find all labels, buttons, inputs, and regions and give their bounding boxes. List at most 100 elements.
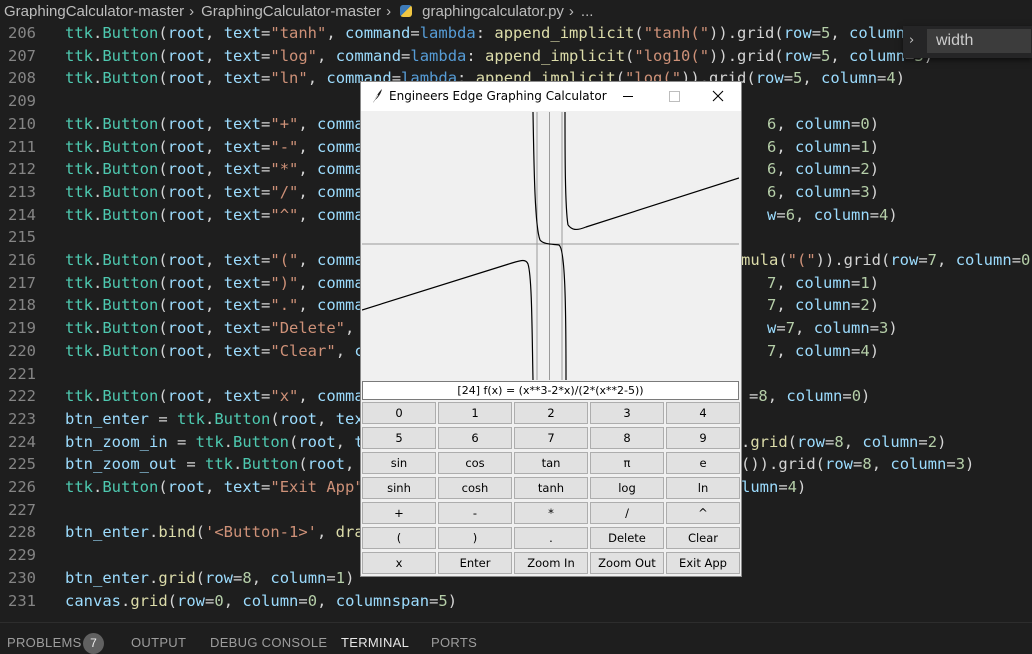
- breadcrumb-item-symbol[interactable]: ...: [577, 3, 596, 20]
- window-titlebar[interactable]: Engineers Edge Graphing Calculator: [361, 82, 741, 111]
- breadcrumb-item-folder[interactable]: GraphingCalculator-master: [197, 3, 383, 20]
- code-text: ttk.Button(root, text="/", comma: [65, 182, 364, 201]
- graph-canvas[interactable]: [362, 112, 739, 380]
- code-text: ttk.Button(root, text=".", comma: [65, 296, 364, 315]
- key-sym-5-1-button[interactable]: ): [438, 527, 512, 549]
- line-number: 212: [8, 160, 36, 179]
- key-1-button[interactable]: 1: [438, 402, 512, 424]
- key-zoom-out-button[interactable]: Zoom Out: [590, 552, 664, 574]
- line-number: 230: [8, 568, 36, 587]
- line-number: 210: [8, 114, 36, 133]
- key-cos-button[interactable]: cos: [438, 452, 512, 474]
- breadcrumb-item-root[interactable]: GraphingCalculator-master: [0, 3, 186, 20]
- code-text: ttk.Button(root, text="*", comma: [65, 160, 364, 179]
- key-sym-5-2-button[interactable]: .: [514, 527, 588, 549]
- curve-right-branch: [567, 177, 739, 231]
- line-number: 222: [8, 387, 36, 406]
- line-number: 207: [8, 46, 36, 65]
- line-number: 214: [8, 205, 36, 224]
- code-text: ttk.Button(root, text="(", comma: [65, 251, 364, 269]
- key-sym-4-4-button[interactable]: ^: [666, 502, 740, 524]
- key-0-button[interactable]: 0: [362, 402, 436, 424]
- tab-ports[interactable]: PORTS: [431, 635, 477, 650]
- line-number: 225: [8, 455, 36, 474]
- key-2-button[interactable]: 2: [514, 402, 588, 424]
- key-log-button[interactable]: log: [590, 477, 664, 499]
- key-sym-4-0-button[interactable]: +: [362, 502, 436, 524]
- code-text-tail: .grid(row=8, column=2): [741, 432, 947, 451]
- code-text-tail: 6, column=2): [767, 160, 880, 179]
- line-number: 219: [8, 319, 36, 338]
- line-number: 223: [8, 409, 36, 428]
- line-number: 224: [8, 432, 36, 451]
- code-text: ttk.Button(root, text="tanh", command=la…: [65, 24, 933, 42]
- key-exit-app-button[interactable]: Exit App: [666, 552, 740, 574]
- key-ln-button[interactable]: ln: [666, 477, 740, 499]
- tab-debug-console[interactable]: DEBUG CONSOLE: [210, 635, 327, 650]
- code-text-tail: =8, column=0): [749, 387, 871, 406]
- line-number: 226: [8, 478, 36, 496]
- key-3-button[interactable]: 3: [590, 402, 664, 424]
- code-text-tail: 6, column=1): [767, 137, 880, 156]
- toggle-replace-icon[interactable]: ›: [909, 33, 914, 48]
- key-e-button[interactable]: e: [666, 452, 740, 474]
- key-zoom-in-button[interactable]: Zoom In: [514, 552, 588, 574]
- code-text: btn_enter.bind('<Button-1>', dra: [65, 523, 364, 542]
- code-line[interactable]: 231 canvas.grid(row=0, column=0, columnsp…: [0, 590, 1032, 613]
- key-4-button[interactable]: 4: [666, 402, 740, 424]
- code-line[interactable]: 207 ttk.Button(root, text="log", command=…: [0, 45, 1032, 68]
- code-text-tail: w=6, column=4): [767, 205, 898, 224]
- key-clear-button[interactable]: Clear: [666, 527, 740, 549]
- code-text-tail: 6, column=0): [767, 114, 880, 133]
- code-text: btn_zoom_out = ttk.Button(root,: [65, 455, 355, 474]
- line-number: 216: [8, 251, 36, 269]
- tab-terminal[interactable]: TERMINAL: [341, 635, 409, 650]
- tab-problems[interactable]: PROBLEMS: [7, 635, 82, 650]
- line-number: 208: [8, 69, 36, 88]
- key-7-button[interactable]: 7: [514, 427, 588, 449]
- key-sym-4-1-button[interactable]: -: [438, 502, 512, 524]
- key-sym-5-0-button[interactable]: (: [362, 527, 436, 549]
- code-text: ttk.Button(root, text="x", comma: [65, 387, 364, 406]
- code-text: ttk.Button(root, text="^", comma: [65, 205, 364, 224]
- code-text: btn_enter = ttk.Button(root, tex: [65, 409, 364, 428]
- line-number: 213: [8, 182, 36, 201]
- close-icon[interactable]: [695, 82, 741, 111]
- line-number: 217: [8, 273, 36, 292]
- key-sym-4-2-button[interactable]: *: [514, 502, 588, 524]
- code-text-tail: ()).grid(row=8, column=3): [741, 455, 975, 474]
- code-text-tail: mula("(")).grid(row=7, column=0): [741, 251, 1032, 269]
- key-enter-button[interactable]: Enter: [438, 552, 512, 574]
- code-line[interactable]: 206 ttk.Button(root, text="tanh", command…: [0, 22, 1032, 45]
- code-text: btn_enter.grid(row=8, column=1): [65, 568, 355, 587]
- key-cosh-button[interactable]: cosh: [438, 477, 512, 499]
- formula-display: [24] f(x) = (x**3-2*x)/(2*(x**2-5)): [362, 381, 739, 400]
- python-file-icon: [400, 5, 413, 17]
- key-sinh-button[interactable]: sinh: [362, 477, 436, 499]
- key-sym-4-3-button[interactable]: /: [590, 502, 664, 524]
- maximize-icon[interactable]: [651, 82, 697, 111]
- key-delete-button[interactable]: Delete: [590, 527, 664, 549]
- code-text-tail: 7, column=1): [767, 273, 880, 292]
- key-5-button[interactable]: 5: [362, 427, 436, 449]
- key-x-button[interactable]: x: [362, 552, 436, 574]
- key-6-button[interactable]: 6: [438, 427, 512, 449]
- minimize-icon[interactable]: [605, 82, 651, 111]
- line-number: 206: [8, 24, 36, 42]
- tab-output[interactable]: OUTPUT: [131, 635, 186, 650]
- line-number: 229: [8, 546, 36, 565]
- key-sin-button[interactable]: sin: [362, 452, 436, 474]
- key-sym-2-3-button[interactable]: π: [590, 452, 664, 474]
- line-number: 221: [8, 364, 36, 383]
- code-text: ttk.Button(root, text="Exit App": [65, 478, 364, 496]
- key-9-button[interactable]: 9: [666, 427, 740, 449]
- key-tan-button[interactable]: tan: [514, 452, 588, 474]
- key-tanh-button[interactable]: tanh: [514, 477, 588, 499]
- curve-left-branch: [362, 259, 534, 380]
- find-widget: ›: [903, 26, 1032, 58]
- find-input[interactable]: [927, 29, 1031, 53]
- code-text: ttk.Button(root, text="Clear", c: [65, 341, 364, 360]
- breadcrumb-item-file[interactable]: graphingcalculator.py: [418, 3, 566, 20]
- window-title: Engineers Edge Graphing Calculator: [389, 89, 607, 103]
- key-8-button[interactable]: 8: [590, 427, 664, 449]
